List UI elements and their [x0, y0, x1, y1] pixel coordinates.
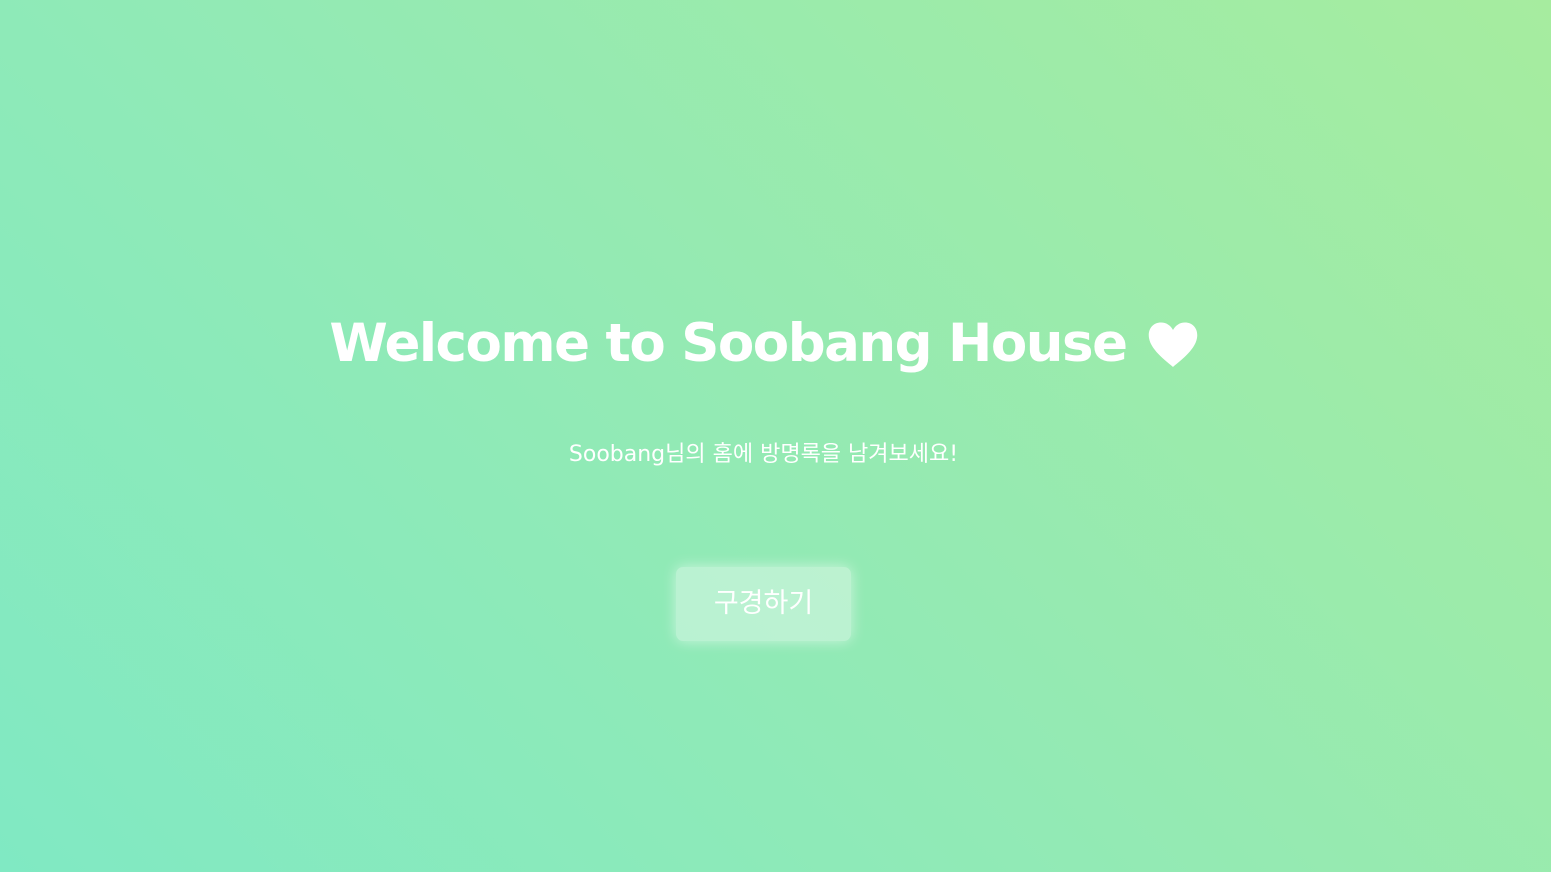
hero-section: Welcome to Soobang House Soobang님의 홈에 방명…: [0, 0, 1551, 872]
browse-button[interactable]: 구경하기: [676, 567, 851, 641]
hero-title-row: Welcome to Soobang House: [0, 312, 1527, 376]
page-title: Welcome to Soobang House: [329, 313, 1128, 374]
hero-subtitle: Soobang님의 홈에 방명록을 남겨보세요!: [568, 442, 959, 467]
heart-icon: [1148, 322, 1198, 368]
